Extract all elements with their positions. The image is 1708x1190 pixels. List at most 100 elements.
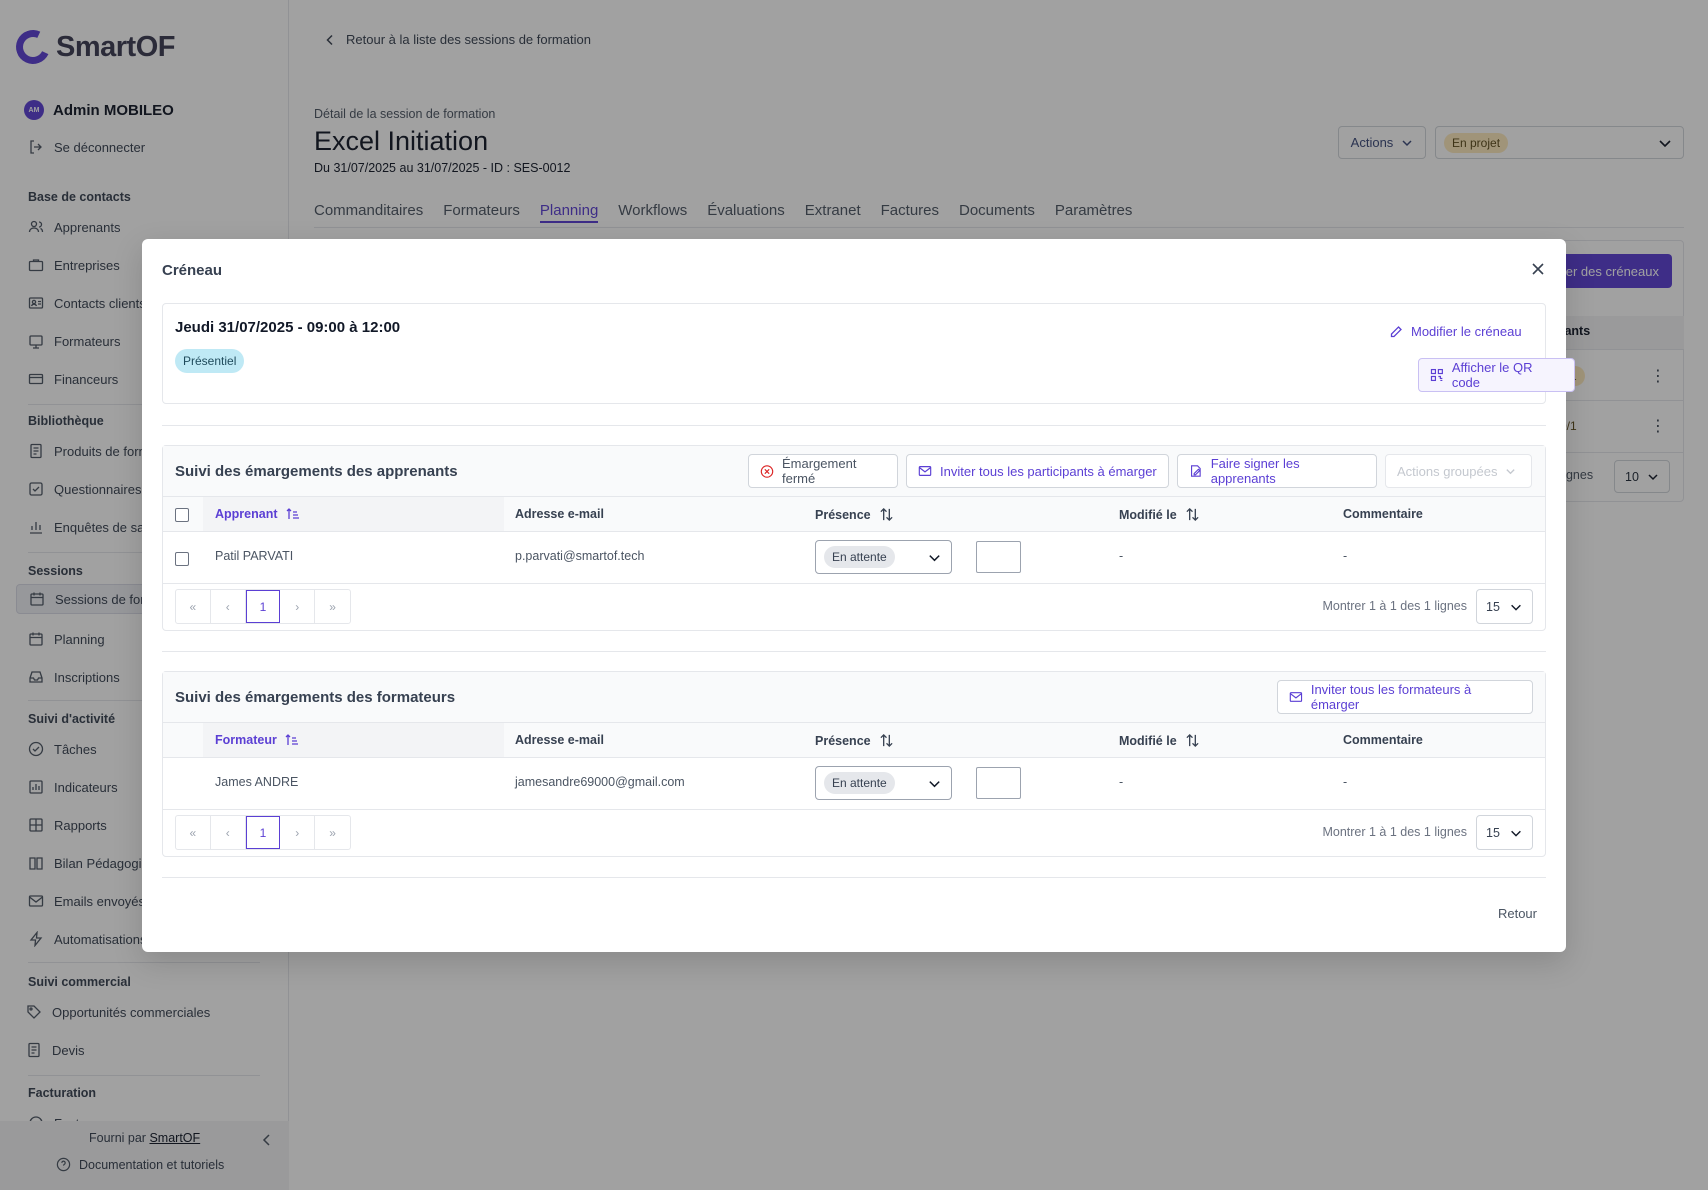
make-learners-sign-button[interactable]: Faire signer les apprenants bbox=[1177, 454, 1377, 488]
prev-page-button[interactable]: ‹ bbox=[211, 590, 246, 623]
learner-email: p.parvati@smartof.tech bbox=[515, 549, 645, 563]
close-button[interactable] bbox=[1530, 261, 1546, 277]
presence-value: En attente bbox=[824, 546, 895, 568]
pencil-icon bbox=[1390, 325, 1402, 337]
learner-name: Patil PARVATI bbox=[215, 549, 294, 563]
show-qr-button[interactable]: Afficher le QR code bbox=[1418, 358, 1575, 392]
page-size-select[interactable]: 15 bbox=[1476, 815, 1533, 850]
comment-value: - bbox=[1343, 549, 1348, 563]
slot-card: Jeudi 31/07/2025 - 09:00 à 12:00 Présent… bbox=[162, 303, 1575, 404]
prev-page-button[interactable]: ‹ bbox=[211, 816, 246, 849]
next-page-button[interactable]: › bbox=[280, 590, 316, 623]
page-size-value: 15 bbox=[1486, 599, 1500, 614]
last-page-button[interactable]: » bbox=[315, 590, 350, 623]
attendance-closed-button[interactable]: Émargement fermé bbox=[748, 454, 898, 488]
comment-input[interactable] bbox=[976, 767, 1021, 799]
first-page-button[interactable]: « bbox=[176, 816, 211, 849]
section-header: Suivi des émargements des formateurs Inv… bbox=[163, 672, 1545, 723]
sort-icon bbox=[880, 507, 893, 522]
mail-icon bbox=[1289, 692, 1303, 702]
col-presence-label: Présence bbox=[815, 733, 871, 748]
chevron-down-icon bbox=[1511, 830, 1521, 837]
presence-select[interactable]: En attente bbox=[815, 540, 952, 574]
col-modified[interactable]: Modifié le bbox=[1119, 507, 1200, 522]
col-comment: Commentaire bbox=[1343, 507, 1423, 521]
col-email: Adresse e-mail bbox=[515, 507, 604, 521]
page-size-select[interactable]: 15 bbox=[1476, 589, 1533, 624]
invite-trainers-button[interactable]: Inviter tous les formateurs à émarger bbox=[1277, 680, 1533, 714]
section-divider bbox=[162, 425, 1546, 426]
chevron-down-icon bbox=[929, 781, 940, 788]
col-modified-label: Modifié le bbox=[1119, 733, 1177, 748]
chevron-down-icon bbox=[929, 555, 940, 562]
pager-info: Montrer 1 à 1 des 1 lignes bbox=[1322, 825, 1467, 839]
edit-slot-label: Modifier le créneau bbox=[1411, 324, 1522, 339]
sort-asc-icon bbox=[286, 508, 299, 519]
trainer-email: jamesandre69000@gmail.com bbox=[515, 775, 685, 789]
first-page-button[interactable]: « bbox=[176, 590, 211, 623]
col-modified[interactable]: Modifié le bbox=[1119, 733, 1200, 748]
learners-attendance-section: Suivi des émargements des apprenants Éma… bbox=[162, 445, 1546, 631]
qr-code-icon bbox=[1430, 368, 1443, 382]
comment-input[interactable] bbox=[976, 541, 1021, 573]
back-button[interactable]: Retour bbox=[1498, 906, 1537, 921]
modified-value: - bbox=[1119, 549, 1124, 563]
presence-select[interactable]: En attente bbox=[815, 766, 952, 800]
edit-slot-button[interactable]: Modifier le créneau bbox=[1389, 324, 1522, 339]
bulk-actions-label: Actions groupées bbox=[1397, 463, 1498, 479]
sort-asc-icon bbox=[285, 734, 298, 745]
sort-icon bbox=[880, 733, 893, 748]
chevron-down-icon bbox=[1511, 604, 1521, 611]
slot-date: Jeudi 31/07/2025 - 09:00 à 12:00 bbox=[175, 319, 401, 336]
mail-icon bbox=[918, 466, 932, 476]
col-trainer[interactable]: Formateur bbox=[215, 733, 299, 747]
col-presence[interactable]: Présence bbox=[815, 507, 894, 522]
trainers-attendance-section: Suivi des émargements des formateurs Inv… bbox=[162, 671, 1546, 857]
x-circle-icon bbox=[760, 464, 774, 478]
invite-participants-button[interactable]: Inviter tous les participants à émarger bbox=[906, 454, 1169, 488]
chevron-down-icon bbox=[1506, 468, 1516, 474]
pagination: « ‹ 1 › » bbox=[175, 815, 351, 850]
section-title: Suivi des émargements des formateurs bbox=[175, 689, 456, 706]
col-trainer-label: Formateur bbox=[215, 733, 277, 747]
slot-modal: Créneau Jeudi 31/07/2025 - 09:00 à 12:00… bbox=[142, 239, 1575, 952]
presence-value: En attente bbox=[824, 772, 895, 794]
modal-title: Créneau bbox=[162, 262, 223, 279]
col-presence[interactable]: Présence bbox=[815, 733, 894, 748]
pagination: « ‹ 1 › » bbox=[175, 589, 351, 624]
section-title: Suivi des émargements des apprenants bbox=[175, 463, 458, 480]
section-divider bbox=[162, 877, 1546, 878]
page-button[interactable]: 1 bbox=[245, 816, 281, 849]
invite-trainers-label: Inviter tous les formateurs à émarger bbox=[1310, 682, 1472, 712]
section-divider bbox=[162, 651, 1546, 652]
col-learner-label: Apprenant bbox=[215, 507, 278, 521]
col-learner[interactable]: Apprenant bbox=[215, 507, 300, 521]
show-qr-label: Afficher le QR code bbox=[1451, 360, 1533, 390]
page-size-value: 15 bbox=[1486, 825, 1500, 840]
last-page-button[interactable]: » bbox=[315, 816, 350, 849]
table-header: Formateur Adresse e-mail Présence Modifi… bbox=[163, 723, 1545, 758]
col-comment: Commentaire bbox=[1343, 733, 1423, 747]
next-page-button[interactable]: › bbox=[280, 816, 316, 849]
attendance-closed-label: Émargement fermé bbox=[782, 456, 857, 486]
sort-icon bbox=[1186, 733, 1199, 748]
make-learners-sign-label: Faire signer les apprenants bbox=[1210, 456, 1300, 486]
comment-value: - bbox=[1343, 775, 1348, 789]
signature-icon bbox=[1191, 465, 1201, 477]
sort-icon bbox=[1186, 507, 1199, 522]
select-all-checkbox[interactable] bbox=[175, 508, 189, 522]
section-header: Suivi des émargements des apprenants Éma… bbox=[163, 446, 1545, 497]
col-modified-label: Modifié le bbox=[1119, 507, 1177, 522]
modified-value: - bbox=[1119, 775, 1124, 789]
slot-mode-badge: Présentiel bbox=[175, 349, 245, 373]
close-icon bbox=[1532, 263, 1544, 275]
col-email: Adresse e-mail bbox=[515, 733, 604, 747]
page-button[interactable]: 1 bbox=[245, 590, 281, 623]
col-presence-label: Présence bbox=[815, 507, 871, 522]
table-row: James ANDRE jamesandre69000@gmail.com En… bbox=[163, 758, 1545, 810]
bulk-actions-dropdown[interactable]: Actions groupées bbox=[1385, 454, 1532, 488]
invite-participants-label: Inviter tous les participants à émarger bbox=[940, 463, 1157, 479]
row-checkbox[interactable] bbox=[175, 552, 189, 566]
table-row: Patil PARVATI p.parvati@smartof.tech En … bbox=[163, 532, 1545, 584]
trainer-name: James ANDRE bbox=[215, 775, 299, 789]
